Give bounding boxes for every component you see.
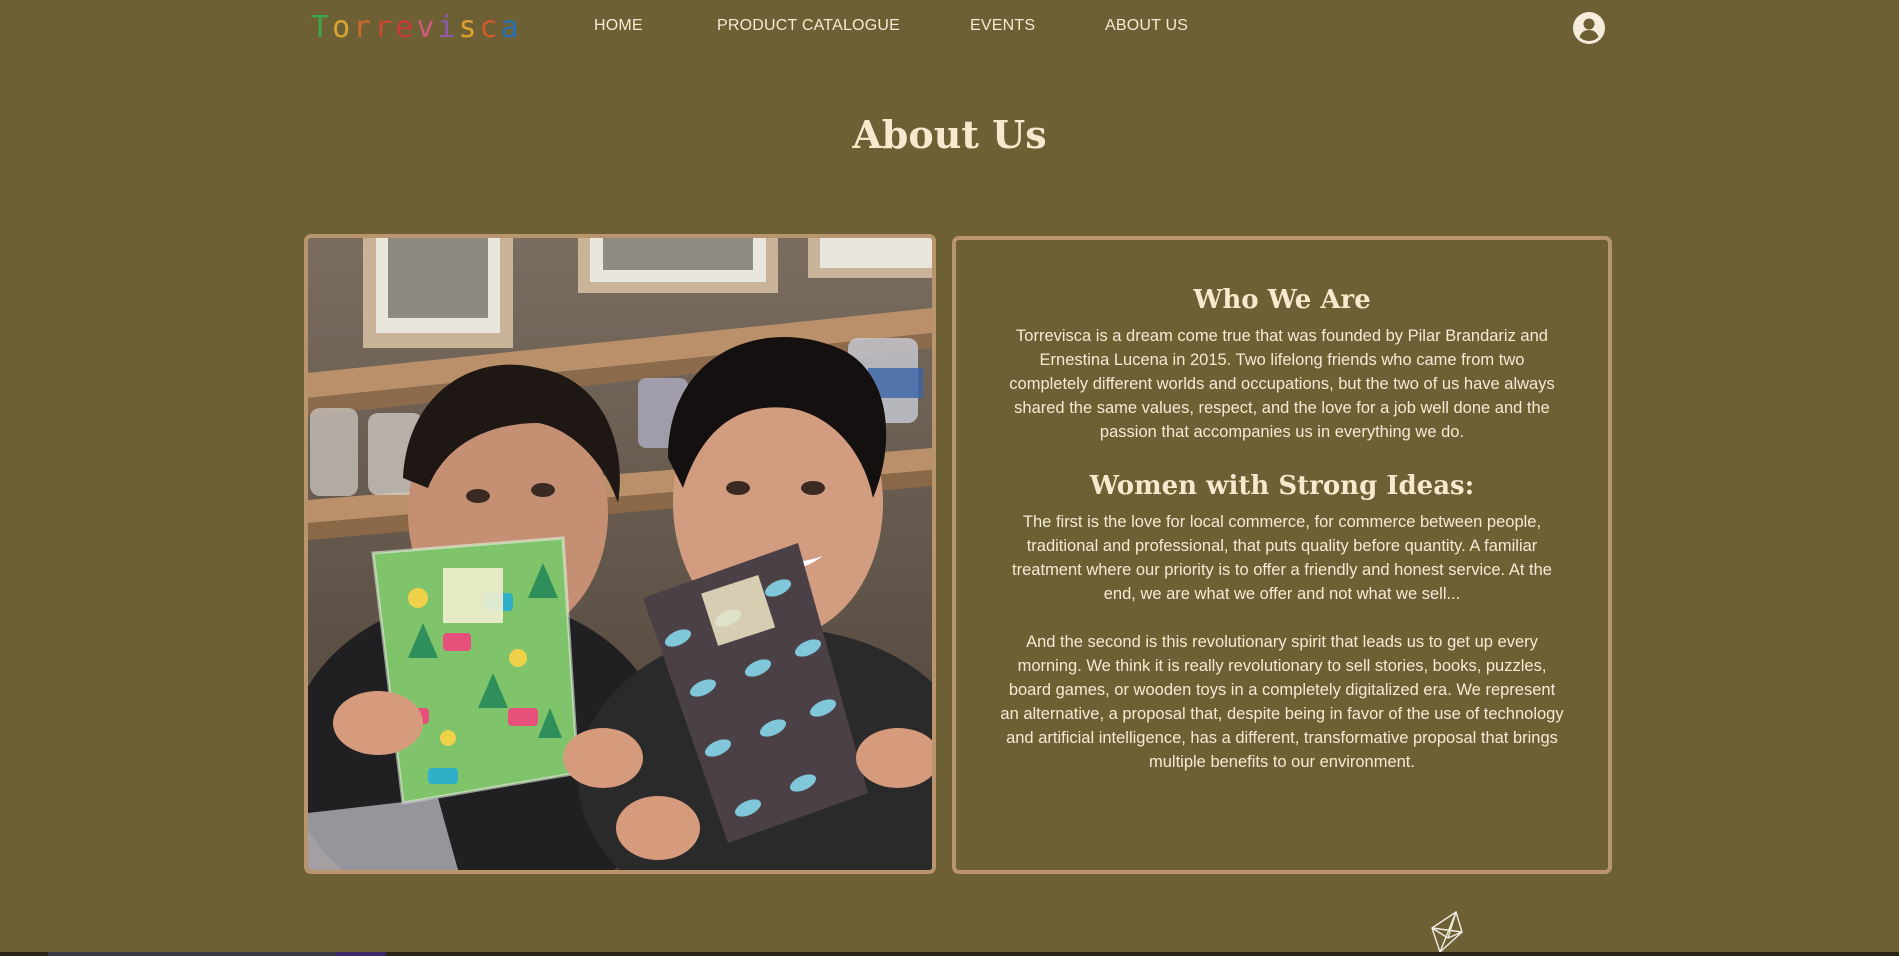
founders-photo xyxy=(304,234,936,874)
nav-about-us[interactable]: ABOUT US xyxy=(1105,14,1188,38)
nav-home[interactable]: HOME xyxy=(594,14,643,38)
logo-letter: s xyxy=(458,10,480,45)
logo-letter: i xyxy=(437,10,459,45)
logo-letter: v xyxy=(416,10,438,45)
account-circle-icon[interactable] xyxy=(1572,11,1606,45)
strong-ideas-heading: Women with Strong Ideas: xyxy=(1089,471,1475,501)
founders-photo-illustration xyxy=(308,238,932,870)
logo-letter: e xyxy=(395,10,417,45)
about-text-panel: Who We Are Torrevisca is a dream come tr… xyxy=(952,236,1612,874)
strong-ideas-text-1: The first is the love for local commerce… xyxy=(1012,513,1552,603)
geometric-gem-icon xyxy=(1431,910,1463,954)
who-we-are-text: Torrevisca is a dream come true that was… xyxy=(1009,327,1555,441)
logo-letter: r xyxy=(374,10,396,45)
page-title: About Us xyxy=(852,112,1047,157)
who-we-are-section: Who We Are Torrevisca is a dream come tr… xyxy=(1000,282,1564,444)
bottom-edge-segment xyxy=(336,952,386,956)
nav-events[interactable]: EVENTS xyxy=(970,14,1035,38)
strong-ideas-text-2: And the second is this revolutionary spi… xyxy=(1000,633,1564,771)
logo-letter: c xyxy=(479,10,501,45)
logo-letter: a xyxy=(500,10,522,45)
logo-letter: T xyxy=(311,10,333,45)
logo-letter: r xyxy=(353,10,375,45)
torrevisca-logo[interactable]: Torrevisca xyxy=(311,8,522,48)
bottom-edge-segment xyxy=(48,952,336,956)
nav-product-catalogue[interactable]: PRODUCT CATALOGUE xyxy=(717,14,900,38)
bottom-edge-bar xyxy=(0,952,1899,956)
who-we-are-heading: Who We Are xyxy=(1193,285,1371,315)
about-page: Torrevisca HOME PRODUCT CATALOGUE EVENTS… xyxy=(0,0,1899,956)
strong-ideas-section: Women with Strong Ideas: The first is th… xyxy=(1000,468,1564,774)
logo-letter: o xyxy=(332,10,354,45)
